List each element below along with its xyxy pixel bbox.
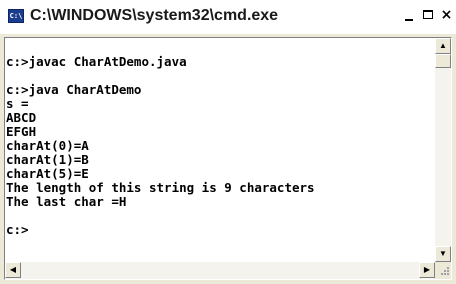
arrow-up-icon: ▲ [439,41,447,50]
console-line: c:>java CharAtDemo [6,82,142,97]
arrow-down-icon: ▼ [439,249,447,258]
console-line: charAt(0)=A [6,138,89,153]
window-title: C:\WINDOWS\system32\cmd.exe [30,7,279,24]
console-line: ABCD [6,110,37,125]
minimize-icon [404,19,413,21]
cmd-window: C:\ C:\WINDOWS\system32\cmd.exe × c:>jav… [0,0,456,284]
console-line: EFGH [6,124,37,139]
horizontal-scrollbar[interactable]: ◀ ▶ [5,262,435,279]
title-bar[interactable]: C:\ C:\WINDOWS\system32\cmd.exe × [0,0,456,34]
arrow-left-icon: ◀ [9,265,17,274]
scroll-down-button[interactable]: ▼ [435,246,451,262]
console-line: c:>javac CharAtDemo.java [6,54,187,69]
console-line: c:> [6,222,29,237]
maximize-button[interactable] [418,6,437,26]
scroll-up-button[interactable]: ▲ [435,38,451,54]
console-line: The last char =H [6,194,127,209]
console-output[interactable]: c:>javac CharAtDemo.java c:>java CharAtD… [5,38,435,262]
scroll-right-button[interactable]: ▶ [419,262,435,278]
vertical-scrollbar[interactable]: ▲ ▼ [435,38,451,262]
console-line: charAt(1)=B [6,152,89,167]
console-line: s = [6,96,29,111]
close-icon: × [440,7,453,23]
console-line: The length of this string is 9 character… [6,180,315,195]
minimize-button[interactable] [399,6,418,26]
resize-grip-icon[interactable] [435,262,451,279]
scroll-left-button[interactable]: ◀ [5,262,21,278]
arrow-right-icon: ▶ [423,265,431,274]
close-button[interactable]: × [437,6,456,26]
vertical-scroll-thumb[interactable] [435,54,451,68]
maximize-icon [422,10,433,19]
console-line: charAt(5)=E [6,166,89,181]
cmd-icon[interactable]: C:\ [8,9,24,23]
